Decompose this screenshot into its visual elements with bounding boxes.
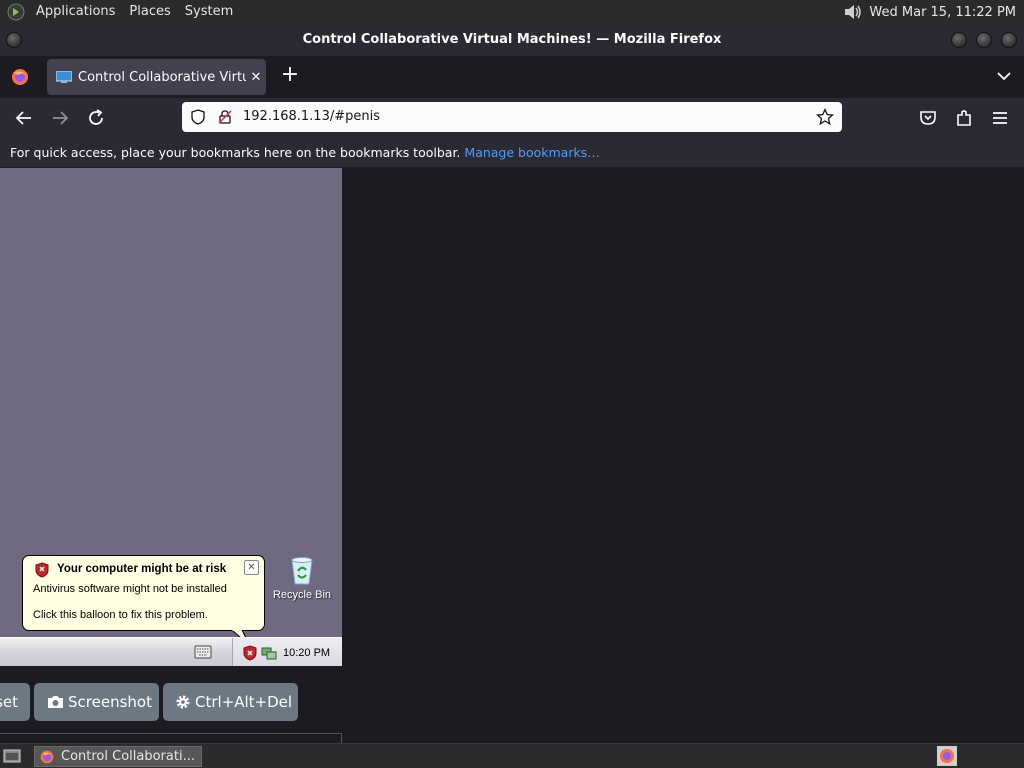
- panel-clock[interactable]: Wed Mar 15, 11:22 PM: [869, 5, 1016, 20]
- tab-active[interactable]: Control Collaborative Virtual Machines! …: [47, 59, 266, 95]
- balloon-title: Your computer might be at risk: [57, 563, 227, 575]
- ctrl-alt-del-label: Ctrl+Alt+Del: [195, 693, 293, 711]
- hamburger-menu-icon[interactable]: [988, 106, 1012, 130]
- reset-button[interactable]: set: [0, 683, 30, 721]
- vm-taskbar: 10:20 PM: [0, 637, 342, 666]
- ctrl-alt-del-button[interactable]: Ctrl+Alt+Del: [163, 683, 298, 721]
- security-balloon[interactable]: Your computer might be at risk Antivirus…: [22, 555, 265, 631]
- maximize-icon[interactable]: [976, 32, 992, 48]
- vm-clock[interactable]: 10:20 PM: [283, 638, 330, 666]
- minimize-icon[interactable]: [951, 32, 967, 48]
- taskbar-window-button[interactable]: Control Collaborati...: [34, 746, 202, 767]
- top-panel: Applications Places System Wed Mar 15, 1…: [0, 0, 1024, 24]
- menu-system[interactable]: System: [178, 0, 240, 24]
- workspace-switcher-icon[interactable]: [937, 746, 957, 766]
- gnome-foot-icon[interactable]: [6, 2, 26, 22]
- security-alert-icon[interactable]: [243, 645, 257, 661]
- new-tab-icon[interactable]: +: [278, 64, 302, 88]
- menu-places[interactable]: Places: [122, 0, 177, 24]
- screenshot-label: Screenshot: [68, 693, 152, 711]
- show-desktop-icon[interactable]: [3, 748, 21, 764]
- security-shield-icon: [35, 562, 49, 578]
- firefox-view-icon[interactable]: [10, 67, 30, 87]
- shield-icon[interactable]: [190, 109, 206, 125]
- window-titlebar[interactable]: Control Collaborative Virtual Machines! …: [0, 24, 1024, 56]
- vm-system-tray: 10:20 PM: [232, 638, 342, 666]
- extensions-icon[interactable]: [952, 106, 976, 130]
- balloon-line-1: Antivirus software might not be installe…: [33, 583, 227, 595]
- content-divider: [0, 733, 342, 743]
- tab-strip: Control Collaborative Virtual Machines! …: [0, 56, 1024, 98]
- reset-label: set: [0, 693, 18, 711]
- bookmarks-hint: For quick access, place your bookmarks h…: [10, 145, 461, 160]
- window-menu-icon[interactable]: [6, 32, 22, 48]
- balloon-close-icon[interactable]: ✕: [244, 560, 259, 575]
- balloon-line-2: Click this balloon to fix this problem.: [33, 609, 208, 621]
- gear-icon: [176, 695, 190, 709]
- manage-bookmarks-link[interactable]: Manage bookmarks…: [464, 145, 599, 160]
- url-bar[interactable]: 192.168.1.13/#penis: [182, 102, 842, 132]
- taskbar-window-label: Control Collaborati...: [61, 749, 195, 764]
- tab-title: Control Collaborative Virtual Machines!: [78, 69, 246, 85]
- url-text[interactable]: 192.168.1.13/#penis: [243, 102, 380, 132]
- speaker-icon[interactable]: [843, 3, 863, 21]
- page-content: Recycle Bin Your computer might be at ri…: [0, 168, 1024, 743]
- bottom-panel: Control Collaborati...: [0, 743, 1024, 768]
- monitor-icon: [56, 71, 72, 83]
- screenshot-button[interactable]: Screenshot: [34, 683, 159, 721]
- network-icon[interactable]: [261, 645, 277, 661]
- insecure-lock-icon[interactable]: [217, 109, 233, 125]
- forward-arrow-icon[interactable]: [48, 106, 72, 130]
- pocket-icon[interactable]: [916, 106, 940, 130]
- reload-icon[interactable]: [84, 106, 108, 130]
- recycle-bin-icon[interactable]: [286, 554, 318, 586]
- star-icon[interactable]: [816, 108, 834, 126]
- vm-screen[interactable]: Recycle Bin Your computer might be at ri…: [0, 168, 342, 666]
- chevron-down-icon[interactable]: [994, 66, 1014, 86]
- close-window-icon[interactable]: [1001, 32, 1017, 48]
- window-title: Control Collaborative Virtual Machines! …: [302, 32, 722, 47]
- bookmarks-toolbar: For quick access, place your bookmarks h…: [0, 138, 1024, 168]
- nav-bar: 192.168.1.13/#penis: [0, 98, 1024, 138]
- tab-close-icon[interactable]: ✕: [246, 70, 266, 85]
- menu-applications[interactable]: Applications: [29, 0, 122, 24]
- recycle-bin-label: Recycle Bin: [272, 589, 332, 601]
- firefox-icon: [40, 750, 54, 763]
- camera-icon: [48, 696, 63, 708]
- recycle-bin[interactable]: Recycle Bin: [272, 554, 332, 601]
- back-arrow-icon[interactable]: [12, 106, 36, 130]
- keyboard-icon[interactable]: [194, 645, 212, 659]
